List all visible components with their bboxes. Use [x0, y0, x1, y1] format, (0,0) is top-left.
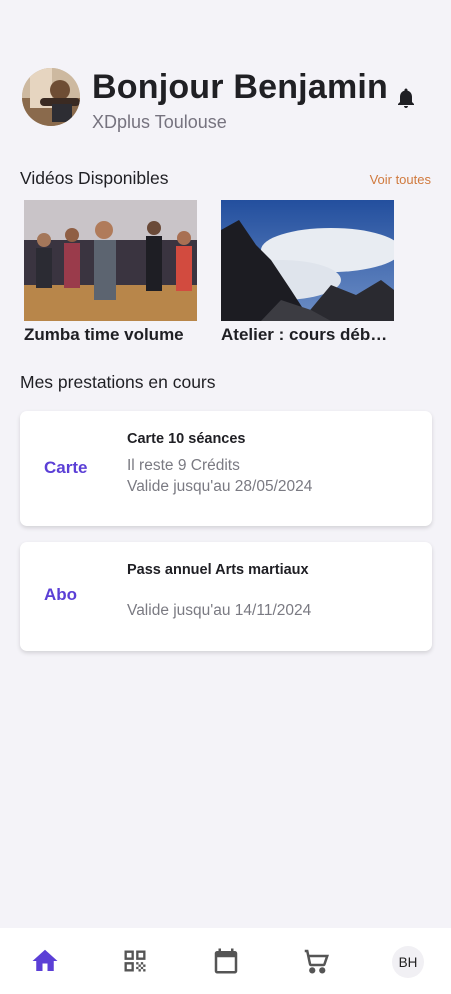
qr-code-icon[interactable]	[120, 946, 150, 976]
video-title: Zumba time volume	[24, 325, 184, 344]
services-section-title: Mes prestations en cours	[20, 372, 216, 392]
avatar[interactable]	[22, 68, 80, 126]
bottom-nav: BH	[0, 928, 451, 994]
service-credits: Il reste 9 Crédits	[127, 457, 240, 474]
videos-section-title: Vidéos Disponibles	[20, 168, 169, 188]
see-all-videos-link[interactable]: Voir toutes	[370, 172, 431, 187]
video-thumbnail[interactable]	[24, 200, 197, 321]
profile-initials-avatar[interactable]: BH	[392, 946, 424, 978]
bell-icon[interactable]	[394, 86, 418, 110]
video-card[interactable]: Atelier : cours débutants	[221, 200, 396, 345]
video-thumbnail[interactable]	[221, 200, 394, 321]
service-validity: Valide jusqu'au 14/11/2024	[127, 602, 312, 619]
service-card[interactable]: Carte Carte 10 séances Il reste 9 Crédit…	[20, 411, 432, 526]
service-kind: Abo	[44, 585, 78, 604]
header: Bonjour Benjamin XDplus Toulouse	[22, 68, 432, 132]
service-card[interactable]: Abo Pass annuel Arts martiaux Valide jus…	[20, 542, 432, 651]
club-name: XDplus Toulouse	[92, 112, 227, 132]
calendar-icon[interactable]	[211, 946, 241, 976]
service-validity: Valide jusqu'au 28/05/2024	[127, 478, 313, 495]
greeting-title: Bonjour Benjamin	[92, 68, 388, 106]
home-icon[interactable]	[30, 946, 60, 976]
service-title: Carte 10 séances	[127, 431, 246, 447]
service-kind: Carte	[44, 458, 88, 477]
video-card[interactable]: Zumba time volume	[24, 200, 197, 345]
service-title: Pass annuel Arts martiaux	[127, 562, 309, 578]
cart-icon[interactable]	[301, 946, 331, 976]
video-title: Atelier : cours débutants	[221, 325, 396, 344]
